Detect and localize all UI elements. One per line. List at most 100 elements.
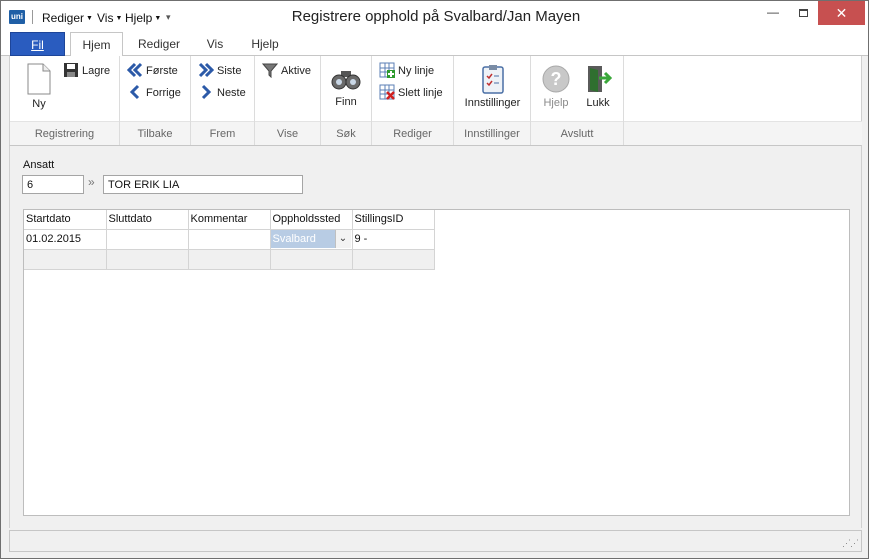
- find-button[interactable]: Finn: [329, 67, 363, 108]
- group-vise: Aktive Vise: [255, 56, 321, 145]
- double-chevron-left-icon: [127, 62, 143, 78]
- group-avslutt: ? Hjelp Lukk Avslutt: [531, 56, 624, 145]
- quick-menu-vis[interactable]: Vis ▼: [97, 11, 122, 25]
- employee-name-input[interactable]: [103, 175, 303, 194]
- table-header-row: Startdato Sluttdato Kommentar Oppholdsst…: [24, 210, 435, 230]
- cell-kommentar[interactable]: [188, 229, 271, 250]
- chevron-left-icon: [129, 84, 140, 100]
- chevron-down-icon[interactable]: ⌄: [334, 230, 351, 248]
- double-chevron-right-icon: [198, 62, 214, 78]
- group-label-frem: Frem: [191, 121, 254, 145]
- oppholdssted-value: Svalbard: [272, 233, 316, 245]
- tab-rediger[interactable]: Rediger: [131, 32, 187, 56]
- quick-menu-rediger[interactable]: Rediger ▼: [42, 11, 93, 25]
- group-label-vise: Vise: [255, 121, 320, 145]
- last-button-label: Siste: [217, 65, 242, 77]
- column-header-startdato[interactable]: Startdato: [24, 210, 107, 230]
- group-registrering: Ny Lagre Registrering: [10, 56, 120, 145]
- quick-menu-hjelp-label: Hjelp: [125, 11, 153, 25]
- minimize-button[interactable]: —: [758, 1, 788, 25]
- cell-stillingsid[interactable]: 9 -: [352, 229, 435, 250]
- new-row-cell[interactable]: [270, 249, 353, 270]
- tab-file-label: Fil: [31, 38, 44, 52]
- new-button[interactable]: Ny: [22, 63, 56, 110]
- tab-vis[interactable]: Vis: [197, 32, 233, 56]
- dropdown-arrow-icon: ▼: [154, 15, 162, 22]
- dropdown-arrow-icon: ▼: [115, 15, 123, 22]
- group-label-rediger: Rediger: [372, 121, 453, 145]
- cell-sluttdato[interactable]: [106, 229, 189, 250]
- tab-file[interactable]: Fil: [10, 32, 65, 56]
- group-label-innstillinger: Innstillinger: [454, 121, 530, 145]
- chevron-right-icon: »: [88, 175, 95, 189]
- question-mark-icon: ?: [542, 65, 570, 93]
- quick-menu-vis-label: Vis: [97, 11, 114, 25]
- maximize-button[interactable]: [788, 1, 818, 25]
- new-row-cell[interactable]: [352, 249, 435, 270]
- last-button[interactable]: Siste: [198, 62, 241, 80]
- help-button[interactable]: ? Hjelp: [537, 64, 575, 109]
- close-window-button[interactable]: ✕: [818, 1, 865, 25]
- new-row-cell[interactable]: [24, 249, 107, 270]
- grid-add-icon: [379, 62, 395, 78]
- blank-document-icon: [27, 63, 51, 95]
- active-filter-button[interactable]: Aktive: [262, 62, 311, 80]
- app-logo-icon[interactable]: uni: [9, 10, 25, 24]
- active-filter-button-label: Aktive: [281, 65, 311, 77]
- ribbon-label-strip-filler: [624, 121, 862, 145]
- ribbon: Ny Lagre Registrering Første Forrige Til…: [9, 56, 862, 146]
- delete-line-button[interactable]: Slett linje: [379, 84, 443, 102]
- help-button-label: Hjelp: [543, 97, 569, 109]
- opphold-table: Startdato Sluttdato Kommentar Oppholdsst…: [24, 210, 435, 270]
- previous-button[interactable]: Forrige: [127, 84, 181, 102]
- chevron-right-icon: [201, 84, 212, 100]
- quick-access-separator: [32, 10, 33, 24]
- app-window: uni Rediger ▼ Vis ▼ Hjelp ▼ ▾ Registrere op…: [0, 0, 869, 559]
- clipboard-checklist-icon: [481, 65, 504, 94]
- new-row-cell[interactable]: [188, 249, 271, 270]
- opphold-grid: Startdato Sluttdato Kommentar Oppholdsst…: [23, 209, 850, 516]
- close-app-button[interactable]: Lukk: [581, 64, 615, 109]
- save-button[interactable]: Lagre: [63, 62, 110, 80]
- resize-grip-icon[interactable]: ⋰⋰: [842, 538, 859, 549]
- employee-label: Ansatt: [23, 159, 55, 171]
- dropdown-arrow-icon: ▼: [86, 15, 93, 22]
- column-header-sluttdato[interactable]: Sluttdato: [106, 210, 189, 230]
- group-frem: Siste Neste Frem: [191, 56, 255, 145]
- status-bar: ⋰⋰: [9, 530, 862, 552]
- next-button[interactable]: Neste: [198, 84, 246, 102]
- group-sok: Finn Søk: [321, 56, 372, 145]
- column-header-kommentar[interactable]: Kommentar: [188, 210, 271, 230]
- new-line-button-label: Ny linje: [398, 65, 435, 77]
- minimize-icon: —: [767, 5, 779, 19]
- grid-delete-icon: [379, 84, 395, 100]
- table-row[interactable]: 01.02.2015 Svalbard ⌄ 9 -: [24, 229, 435, 250]
- svg-text:?: ?: [551, 69, 562, 89]
- group-label-avslutt: Avslutt: [531, 121, 623, 145]
- ribbon-tab-bar: Fil Hjem Rediger Vis Hjelp: [1, 32, 868, 57]
- first-button[interactable]: Første: [127, 62, 178, 80]
- group-label-tilbake: Tilbake: [120, 121, 190, 145]
- title-bar: uni Rediger ▼ Vis ▼ Hjelp ▼ ▾ Registrere op…: [1, 1, 868, 32]
- new-line-button[interactable]: Ny linje: [379, 62, 434, 80]
- tab-hjem[interactable]: Hjem: [70, 32, 123, 57]
- employee-id-input[interactable]: [22, 175, 84, 194]
- tab-hjelp[interactable]: Hjelp: [244, 32, 286, 56]
- group-tilbake: Første Forrige Tilbake: [120, 56, 191, 145]
- quick-menu-hjelp[interactable]: Hjelp ▼: [125, 11, 161, 25]
- close-app-button-label: Lukk: [586, 97, 610, 109]
- new-button-label: Ny: [32, 98, 46, 110]
- delete-line-button-label: Slett linje: [398, 87, 443, 99]
- maximize-icon: [798, 9, 808, 17]
- cell-startdato[interactable]: 01.02.2015: [24, 229, 107, 250]
- new-row-cell[interactable]: [106, 249, 189, 270]
- floppy-disk-icon: [64, 63, 78, 77]
- customize-quick-access-icon[interactable]: ▾: [166, 12, 171, 23]
- settings-button[interactable]: Innstillinger: [458, 64, 527, 109]
- column-header-oppholdssted[interactable]: Oppholdssted: [270, 210, 353, 230]
- save-button-label: Lagre: [82, 65, 111, 77]
- new-table-row[interactable]: [24, 249, 435, 270]
- column-header-stillingsid[interactable]: StillingsID: [352, 210, 435, 230]
- oppholdssted-select[interactable]: Svalbard ⌄: [270, 230, 351, 248]
- cell-oppholdssted[interactable]: Svalbard ⌄: [270, 229, 353, 250]
